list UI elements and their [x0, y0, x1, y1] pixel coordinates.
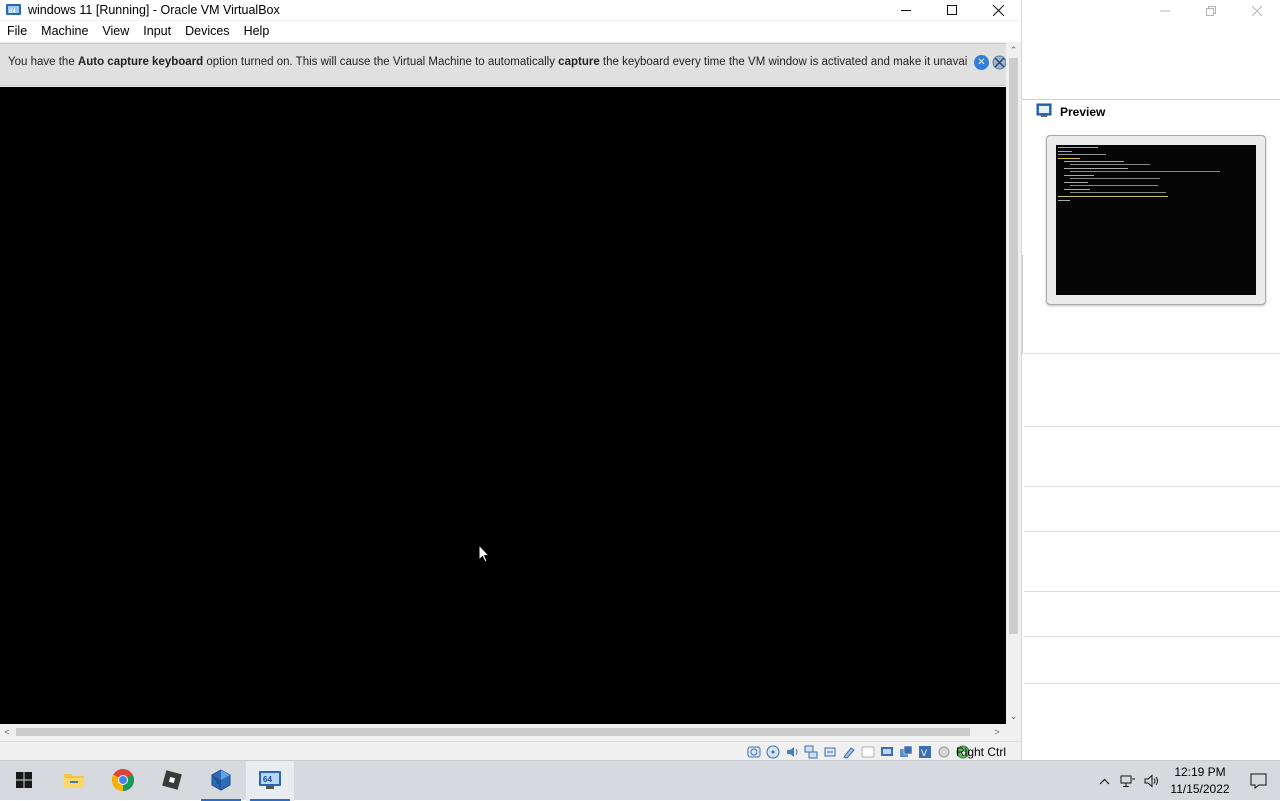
virtualbox-icon	[210, 768, 232, 794]
taskbar-chrome[interactable]	[99, 761, 147, 801]
manager-caption-buttons	[1142, 0, 1280, 22]
clock-date: 11/15/2022	[1170, 782, 1230, 796]
volume-icon[interactable]	[1140, 761, 1164, 801]
notice-bold-capture: capture	[558, 56, 600, 68]
manager-divider	[1024, 486, 1280, 487]
hard-disk-icon[interactable]	[746, 744, 762, 759]
vm-window: 64 windows 11 [Running] - Oracle VM Virt…	[0, 0, 1021, 760]
manager-divider	[1024, 636, 1280, 637]
scroll-down-icon[interactable]: ⌄	[1006, 709, 1021, 723]
window-title: windows 11 [Running] - Oracle VM Virtual…	[28, 3, 280, 17]
folder-icon	[63, 771, 85, 792]
manager-divider	[1024, 591, 1280, 592]
shared-folders-icon[interactable]	[841, 744, 857, 759]
suppress-notification-icon[interactable]	[992, 55, 1007, 70]
minimize-button[interactable]	[883, 0, 929, 20]
taskbar-virtualbox-manager[interactable]	[197, 761, 245, 801]
vertical-scroll-thumb[interactable]	[1009, 58, 1018, 634]
system-tray: 12:19 PM 11/15/2022	[1092, 761, 1280, 801]
menu-file[interactable]: File	[0, 21, 34, 42]
video-capture-icon[interactable]	[879, 744, 895, 759]
notification-center-icon[interactable]	[1236, 761, 1280, 801]
auto-capture-notification: You have the Auto capture keyboard optio…	[0, 43, 1007, 86]
host-key-label: Right Ctrl	[956, 745, 1007, 759]
svg-text:V: V	[921, 748, 927, 758]
manager-divider	[1024, 683, 1280, 684]
window-controls	[883, 0, 1021, 20]
manager-minimize-button[interactable]	[1142, 0, 1188, 22]
svg-text:64: 64	[9, 9, 16, 15]
manager-divider	[1022, 99, 1280, 100]
close-notification-icon[interactable]: ✕	[974, 55, 989, 70]
horizontal-scroll-thumb[interactable]	[16, 728, 970, 736]
vm-preview-thumbnail	[1046, 135, 1266, 305]
chrome-icon	[111, 768, 135, 795]
manager-restore-button[interactable]	[1188, 0, 1234, 22]
clock-time: 12:19 PM	[1174, 765, 1226, 779]
roblox-icon	[161, 769, 183, 794]
start-button[interactable]	[0, 761, 48, 801]
menu-bar: File Machine View Input Devices Help	[0, 21, 1021, 42]
display-icon[interactable]	[860, 744, 876, 759]
virtual-machine-icon: 64	[257, 769, 283, 794]
menu-view[interactable]: View	[95, 21, 136, 42]
monitor-icon	[1036, 103, 1052, 121]
menu-devices[interactable]: Devices	[178, 21, 236, 42]
manager-divider	[1024, 531, 1280, 532]
svg-text:64: 64	[263, 775, 272, 784]
notice-text-part: the keyboard every time the VM window is…	[599, 56, 968, 68]
menu-help[interactable]: Help	[237, 21, 277, 42]
clock[interactable]: 12:19 PM 11/15/2022	[1164, 764, 1236, 798]
windows-logo-icon	[16, 771, 32, 791]
taskbar: 64 12:19 PM 11/15/2022	[0, 760, 1280, 801]
mouse-cursor-icon	[478, 543, 491, 566]
mouse-integration-icon[interactable]: V	[917, 744, 933, 759]
vm-display[interactable]	[0, 87, 1006, 724]
horizontal-scrollbar[interactable]: < >	[0, 724, 1006, 740]
preview-section-header[interactable]: Preview	[1036, 103, 1105, 121]
close-button[interactable]	[975, 0, 1021, 20]
title-bar[interactable]: 64 windows 11 [Running] - Oracle VM Virt…	[0, 0, 1021, 20]
device-status-icons: V	[746, 744, 971, 759]
taskbar-virtualbox-vm[interactable]: 64	[246, 761, 294, 801]
manager-divider	[1024, 353, 1280, 354]
scroll-right-icon[interactable]: >	[990, 724, 1004, 740]
scroll-up-icon[interactable]: ⌃	[1006, 43, 1021, 57]
virtualbox-manager-window: Preview	[1021, 0, 1280, 760]
notification-text: You have the Auto capture keyboard optio…	[8, 56, 968, 68]
taskbar-roblox[interactable]	[148, 761, 196, 801]
audio-icon[interactable]	[784, 744, 800, 759]
manager-divider	[1024, 426, 1280, 427]
scroll-left-icon[interactable]: <	[0, 724, 14, 740]
status-bar: V Right Ctrl	[0, 741, 1021, 760]
notice-bold-option: Auto capture keyboard	[77, 56, 204, 68]
usb-icon[interactable]	[822, 744, 838, 759]
notice-text-part: You have the	[8, 56, 78, 68]
virtualbox-app-icon: 64	[5, 3, 23, 17]
optical-drive-icon[interactable]	[765, 744, 781, 759]
virtualization-icon[interactable]	[898, 744, 914, 759]
manager-close-button[interactable]	[1234, 0, 1280, 22]
network-tray-icon[interactable]	[1116, 761, 1140, 801]
vertical-scrollbar[interactable]: ⌃ ⌄	[1006, 43, 1021, 724]
scrollbar-corner	[1006, 724, 1021, 740]
preview-title: Preview	[1060, 105, 1106, 119]
show-hidden-icons-chevron-icon[interactable]	[1092, 761, 1116, 801]
menu-input[interactable]: Input	[136, 21, 178, 42]
maximize-button[interactable]	[929, 0, 975, 20]
network-icon[interactable]	[803, 744, 819, 759]
notice-text-part: option turned on. This will cause the Vi…	[203, 56, 559, 68]
vm-preview-screen	[1056, 145, 1256, 295]
taskbar-file-explorer[interactable]	[50, 761, 98, 801]
keyboard-capture-icon[interactable]	[936, 744, 952, 759]
manager-splitter[interactable]	[1022, 255, 1023, 355]
menu-machine[interactable]: Machine	[34, 21, 95, 42]
